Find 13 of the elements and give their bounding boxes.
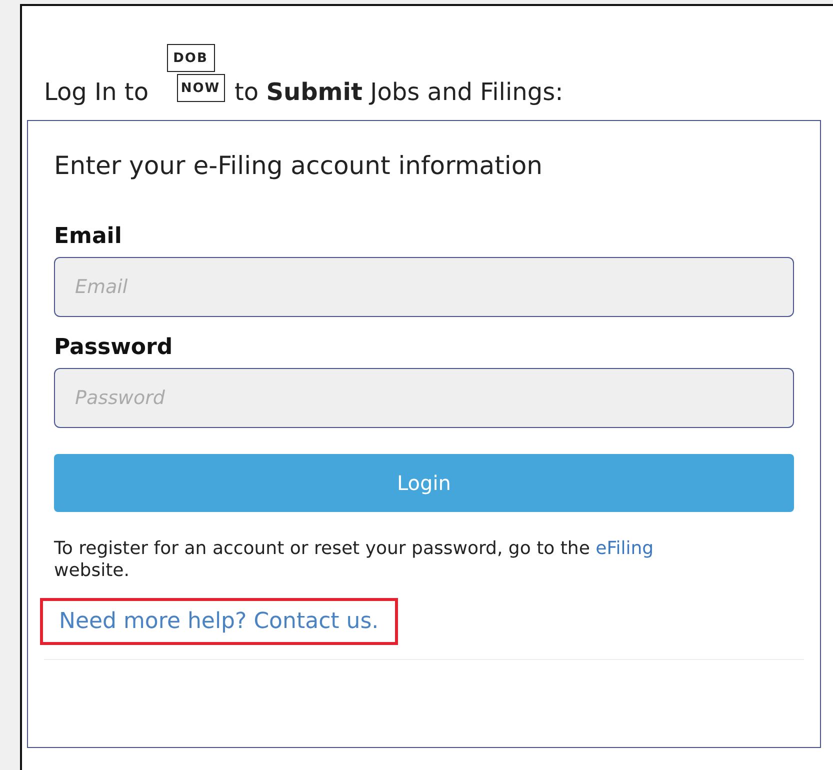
field-label: Email (54, 224, 123, 249)
form-title: Enter your e-Filing account information (54, 151, 544, 180)
input-field[interactable]: Email (54, 257, 794, 317)
heading-text: to Submit Jobs and Filings: (234, 78, 564, 106)
field-label: Password (54, 335, 174, 360)
logo-text: DOB (166, 44, 215, 72)
input-field[interactable]: Password (54, 368, 794, 428)
register-note: To register for an account or reset your password, go to the eFiling website. (54, 538, 655, 582)
heading-text: Log In to (44, 78, 149, 106)
efiling-link[interactable]: eFiling (596, 538, 654, 559)
login-button[interactable]: Login (54, 454, 794, 512)
logo-text: NOW (176, 74, 225, 102)
help-link[interactable]: Need more help? Contact us. (40, 598, 398, 645)
